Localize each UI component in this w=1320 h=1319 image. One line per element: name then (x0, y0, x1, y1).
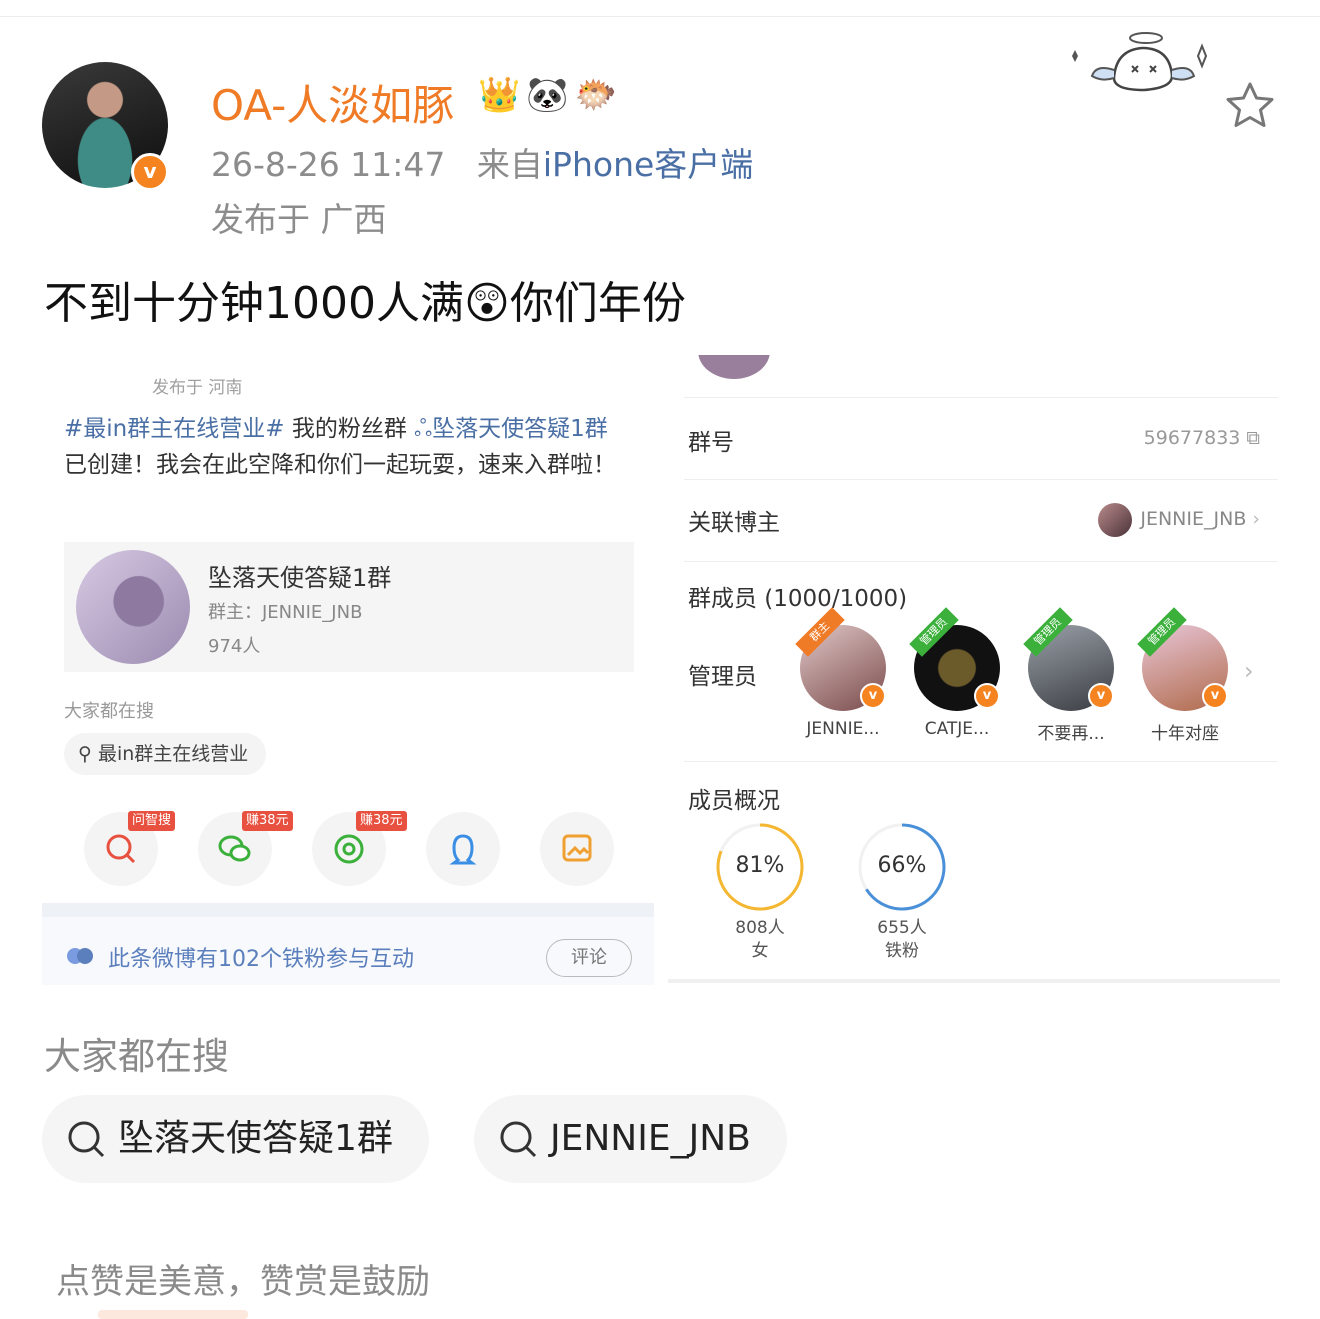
post-text-main: 不到十分钟1000人满 (44, 278, 464, 329)
verified-badge-icon: v (1088, 683, 1114, 709)
female-label: 女 (751, 941, 769, 961)
iron-fan-count: 655人 (877, 918, 927, 938)
post-text: 不到十分钟1000人满😲你们年份 (44, 275, 686, 333)
chevron-right-icon: › (1246, 508, 1260, 530)
female-count: 808人 (735, 918, 785, 938)
admin-name-4: 十年对座 (1151, 724, 1219, 744)
search-icon (68, 1121, 105, 1158)
linked-blogger[interactable]: JENNIE_JNB › (1098, 501, 1260, 537)
admin-name-2: CATJE... (924, 719, 990, 739)
embedded-published-location: 发布于 河南 (152, 378, 243, 398)
post-meta: 26-8-26 11:47 来自iPhone客户端 (211, 138, 753, 186)
verified-badge-icon: v (974, 683, 1000, 709)
chevron-right-icon[interactable]: › (1244, 657, 1254, 685)
embedded-text-part2: 已创建！我会在此空降和你们一起玩耍，速来入群啦！ (64, 452, 616, 478)
divider (684, 761, 1278, 762)
verified-badge-icon: v (131, 153, 169, 191)
divider (684, 397, 1278, 398)
blogger-avatar (1098, 502, 1133, 537)
admin-name-3: 不要再... (1037, 724, 1105, 744)
group-number[interactable]: 59677833 ⧉ (1144, 427, 1260, 449)
post-text-suffix: 你们年份 (509, 278, 686, 329)
fan-interaction-text[interactable]: 此条微博有102个铁粉参与互动 (108, 941, 414, 973)
admins-label: 管理员 (688, 664, 757, 690)
blogger-name: JENNIE_JNB (1140, 508, 1247, 530)
embedded-screenshot-right[interactable]: 群号 59677833 ⧉ 关联博主 JENNIE_JNB › 群成员 (100… (668, 355, 1280, 983)
share-tag-wechat: 赚38元 (242, 811, 293, 831)
group-top-avatar (698, 355, 770, 379)
qq-icon (449, 834, 477, 865)
embedded-text-part1: 我的粉丝群 (284, 416, 415, 442)
divider (668, 979, 1280, 983)
group-card-owner: 群主：JENNIE_JNB (208, 602, 363, 623)
hot-search-chip-group[interactable]: 坠落天使答疑1群 (42, 1095, 429, 1183)
members-label[interactable]: 群成员 (1000/1000) (688, 579, 907, 613)
group-avatar (76, 550, 190, 664)
embedded-screenshot-left[interactable]: 发布于 河南 #最in群主在线营业# 我的粉丝群 ஃ坠落天使答疑1群 已创建！我… (42, 355, 654, 985)
wechat-icon (218, 835, 251, 862)
embedded-hashtag[interactable]: #最in群主在线营业# (64, 416, 285, 442)
blogger-label: 关联博主 (688, 510, 780, 536)
embedded-post-text: #最in群主在线营业# 我的粉丝群 ஃ坠落天使答疑1群 已创建！我会在此空降和你… (64, 411, 634, 483)
copy-icon[interactable]: ⧉ (1240, 427, 1260, 449)
embedded-hot-chip[interactable]: ⚲ 最in群主在线营业 (64, 733, 267, 775)
reward-button-peek[interactable] (98, 1310, 248, 1319)
qq-share-button[interactable] (426, 812, 500, 886)
divider (684, 479, 1278, 480)
favorite-star-icon[interactable] (1224, 80, 1276, 130)
hot-search-chip-blogger[interactable]: JENNIE_JNB (474, 1095, 787, 1183)
reward-hint: 点赞是美意，赞赏是鼓励 (56, 1262, 430, 1302)
embedded-hot-chip-label: 最in群主在线营业 (97, 743, 249, 765)
hot-search-chip-label: 坠落天使答疑1群 (118, 1118, 393, 1159)
search-icon (500, 1121, 537, 1158)
source-prefix: 来自 (476, 145, 543, 184)
verified-badge-icon: v (1202, 683, 1228, 709)
share-tag-moments: 赚38元 (356, 811, 407, 831)
save-image-share-button[interactable] (540, 812, 614, 886)
fan-icon (67, 948, 93, 964)
iron-fan-label: 铁粉 (885, 941, 919, 961)
iron-fan-ratio-percent: 66% (877, 853, 927, 878)
top-divider (0, 16, 1320, 17)
fan-interaction-bar: 此条微博有102个铁粉参与互动 评论 (42, 903, 654, 985)
hot-search-chip-label: JENNIE_JNB (550, 1118, 751, 1159)
female-stat: 808人 女 (700, 917, 820, 963)
post-location: 发布于 广西 (211, 200, 387, 239)
ai-search-icon (106, 834, 136, 864)
name-emoji-badges: 👑🐼🐡 (478, 75, 624, 115)
verified-badge-icon: v (860, 683, 886, 709)
group-card-count: 974人 (208, 636, 261, 657)
group-number-label: 群号 (688, 430, 734, 456)
shocked-emoji-icon: 😲 (463, 278, 510, 329)
overview-label: 成员概况 (688, 788, 780, 814)
comment-button[interactable]: 评论 (546, 939, 632, 977)
group-card[interactable]: 坠落天使答疑1群 群主：JENNIE_JNB 974人 (64, 542, 634, 672)
female-ratio-percent: 81% (735, 853, 785, 878)
share-tag-ai-search: 问智搜 (128, 811, 176, 831)
embedded-hot-label: 大家都在搜 (64, 701, 154, 722)
username[interactable]: OA-人淡如豚 (211, 72, 454, 133)
admin-name-1: JENNIE... (806, 719, 880, 739)
iron-fan-stat: 655人 铁粉 (842, 917, 962, 963)
group-card-title: 坠落天使答疑1群 (208, 564, 392, 592)
source-client-link[interactable]: iPhone客户端 (543, 145, 753, 184)
divider (684, 561, 1278, 562)
embedded-group-link[interactable]: ஃ坠落天使答疑1群 (414, 416, 608, 442)
search-icon: ⚲ (78, 743, 98, 765)
save-image-icon (562, 834, 592, 862)
hot-search-title: 大家都在搜 (44, 1035, 229, 1078)
group-number-value: 59677833 (1143, 427, 1241, 449)
post-time: 26-8-26 11:47 (211, 145, 446, 184)
moments-icon (334, 834, 364, 864)
angel-decoration-icon (1072, 32, 1208, 92)
